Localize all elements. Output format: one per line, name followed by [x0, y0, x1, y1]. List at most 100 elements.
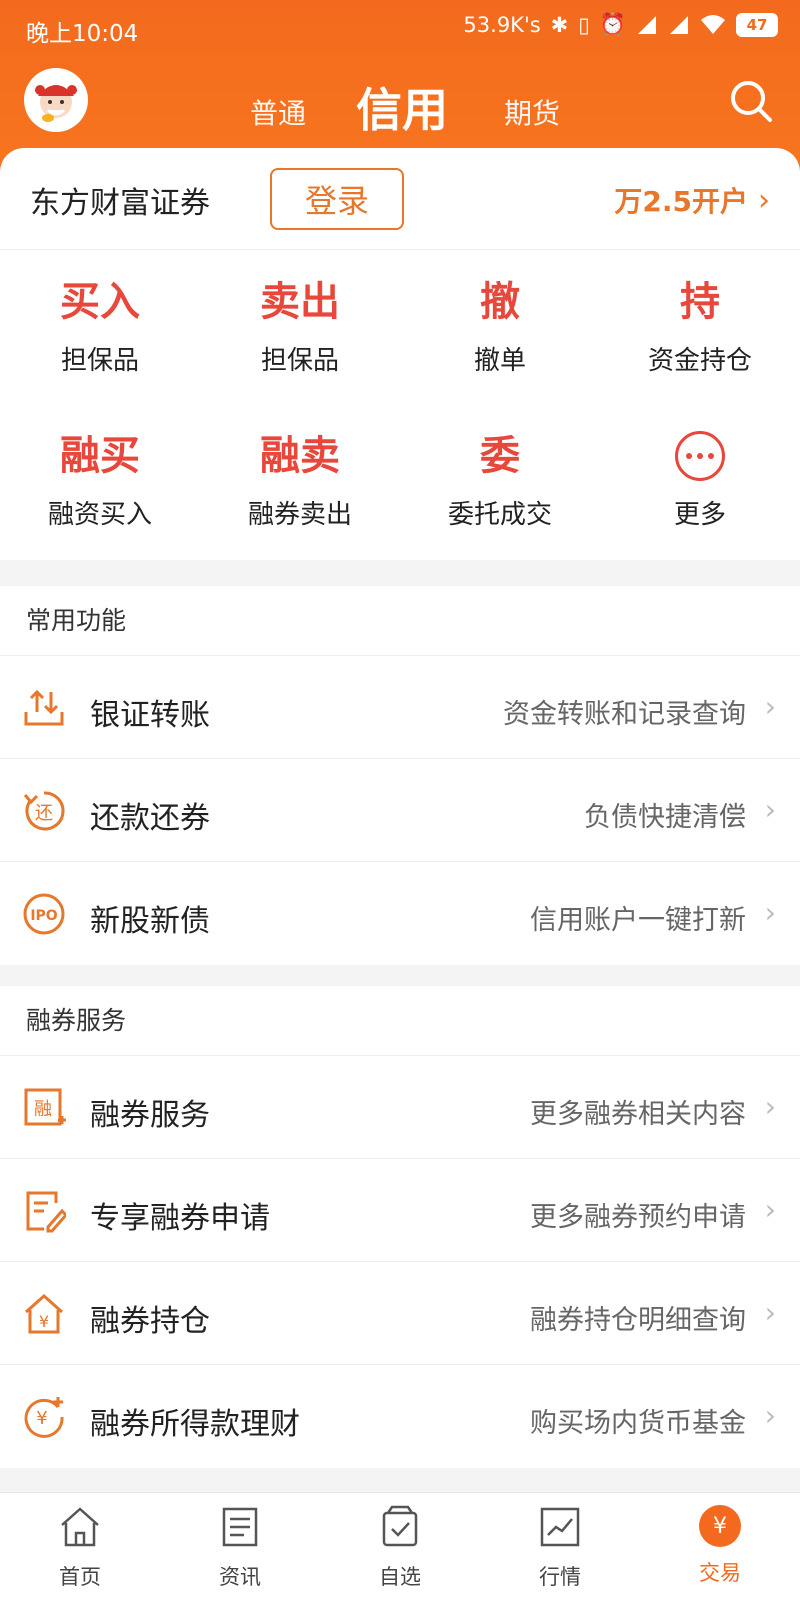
ipo-icon: IPO [23, 893, 65, 935]
nav-label: 首页 [59, 1565, 101, 1589]
news-icon [222, 1507, 258, 1547]
quick-action-glyph: 融卖 [260, 433, 340, 479]
chevron-right-icon: › [764, 1296, 776, 1329]
nav-market[interactable]: 行情 [500, 1505, 620, 1591]
bank-transfer-row[interactable]: 银证转账 资金转账和记录查询 › [0, 656, 800, 759]
row-desc: 负债快捷清偿 [584, 802, 746, 833]
tab-normal[interactable]: 普通 [250, 92, 306, 132]
securities-lending-section: 融券服务 融 融券服务 更多融券相关内容 › 专享融券申请 更多融券预约申请 ›… [0, 986, 800, 1468]
quick-positions[interactable]: 持 资金持仓 [600, 274, 800, 377]
quick-action-label: 融券卖出 [247, 500, 352, 530]
quick-orders-trades[interactable]: 委 委托成交 [400, 428, 600, 531]
exclusive-lending-apply-row[interactable]: 专享融券申请 更多融券预约申请 › [0, 1159, 800, 1262]
quick-action-label: 委托成交 [447, 500, 552, 530]
chevron-right-icon: › [764, 1090, 776, 1123]
quick-cancel-order[interactable]: 撤 撤单 [400, 274, 600, 377]
quick-action-glyph: 卖出 [260, 279, 340, 325]
open-account-link[interactable]: 万2.5开户 › [614, 180, 770, 220]
row-title: 银证转账 [90, 698, 210, 733]
status-time: 晚上10:04 [26, 21, 139, 47]
row-desc: 更多融券相关内容 [530, 1099, 746, 1130]
quick-action-label: 担保品 [60, 346, 139, 376]
nav-home[interactable]: 首页 [20, 1505, 140, 1591]
nav-label: 自选 [379, 1565, 421, 1589]
lending-positions-row[interactable]: ¥ 融券持仓 融券持仓明细查询 › [0, 1262, 800, 1365]
quick-action-label: 更多 [673, 500, 726, 530]
nav-label: 交易 [699, 1561, 741, 1585]
chevron-right-icon: › [764, 896, 776, 929]
alarm-icon: ⏰ [599, 12, 626, 36]
tab-credit[interactable]: 信用 [356, 74, 448, 140]
open-account-label: 万2.5开户 [614, 185, 748, 218]
common-functions-section: 常用功能 银证转账 资金转账和记录查询 › 还 还款还券 负债快捷清偿 › IP… [0, 586, 800, 965]
repay-icon: 还 [23, 791, 65, 831]
status-bar: 晚上10:04 53.9K's ✱ ▯ ⏰ 47 [0, 0, 800, 56]
nav-news[interactable]: 资讯 [180, 1505, 300, 1591]
quick-more[interactable]: 更多 [600, 428, 800, 531]
svg-text:¥: ¥ [36, 1408, 47, 1429]
market-chart-icon [540, 1507, 580, 1547]
search-button[interactable] [728, 78, 774, 124]
lending-service-row[interactable]: 融 融券服务 更多融券相关内容 › [0, 1056, 800, 1159]
trade-icon: ¥ [699, 1505, 741, 1547]
wifi-icon [700, 14, 726, 36]
quick-action-glyph: 委 [480, 433, 520, 479]
quick-action-label: 资金持仓 [647, 346, 752, 376]
yen-finance-icon: ¥ [24, 1397, 64, 1438]
trade-card: 东方财富证券 登录 万2.5开户 › 买入 担保品 卖出 担保品 撤 撤单 持 … [0, 148, 800, 560]
chevron-right-icon: › [764, 793, 776, 826]
broker-row: 东方财富证券 登录 万2.5开户 › [0, 148, 800, 250]
watchlist-icon [382, 1505, 418, 1547]
quick-action-label: 担保品 [260, 346, 339, 376]
bank-transfer-icon [24, 689, 64, 726]
quick-buy-collateral[interactable]: 买入 担保品 [0, 274, 200, 377]
tab-futures[interactable]: 期货 [504, 92, 560, 132]
row-desc: 融券持仓明细查询 [530, 1305, 746, 1336]
nav-trade[interactable]: ¥ 交易 [660, 1505, 780, 1587]
vibrate-icon: ▯ [578, 12, 590, 37]
section-title: 常用功能 [0, 586, 800, 656]
row-title: 融券持仓 [90, 1304, 210, 1339]
svg-text:融: 融 [34, 1099, 52, 1120]
login-button[interactable]: 登录 [270, 168, 404, 230]
status-icons: 53.9K's ✱ ▯ ⏰ 47 [463, 12, 778, 37]
chevron-right-icon: › [764, 1399, 776, 1432]
quick-action-glyph: 撤 [480, 279, 520, 325]
signal-hd-icon [668, 14, 690, 36]
account-type-tabs: 普通 信用 期货 [0, 72, 800, 137]
row-title: 专享融券申请 [90, 1201, 270, 1236]
row-title: 融券服务 [90, 1098, 210, 1133]
chevron-right-icon: › [764, 690, 776, 723]
chevron-right-icon: › [764, 1193, 776, 1226]
search-icon [731, 81, 772, 122]
row-desc: 购买场内货币基金 [530, 1408, 746, 1439]
row-title: 融券所得款理财 [90, 1407, 300, 1442]
lending-service-icon: 融 [24, 1088, 66, 1126]
signal-icon [636, 14, 658, 36]
chevron-right-icon: › [758, 182, 770, 218]
row-title: 新股新债 [90, 904, 210, 939]
ipo-row[interactable]: IPO 新股新债 信用账户一键打新 › [0, 862, 800, 965]
row-desc: 更多融券预约申请 [530, 1202, 746, 1233]
nav-label: 资讯 [219, 1565, 261, 1589]
home-icon [61, 1507, 99, 1547]
lending-proceeds-finance-row[interactable]: ¥ 融券所得款理财 购买场内货币基金 › [0, 1365, 800, 1468]
quick-action-glyph: 融买 [60, 433, 140, 479]
quick-margin-buy[interactable]: 融买 融资买入 [0, 428, 200, 531]
quick-short-sell[interactable]: 融卖 融券卖出 [200, 428, 400, 531]
row-desc: 信用账户一键打新 [530, 905, 746, 936]
quick-action-label: 融资买入 [47, 500, 152, 530]
house-yen-icon: ¥ [25, 1293, 63, 1334]
nav-label: 行情 [539, 1565, 581, 1589]
svg-text:还: 还 [35, 803, 53, 824]
quick-sell-collateral[interactable]: 卖出 担保品 [200, 274, 400, 377]
repay-row[interactable]: 还 还款还券 负债快捷清偿 › [0, 759, 800, 862]
quick-action-glyph: 买入 [60, 279, 140, 325]
svg-text:IPO: IPO [30, 908, 57, 924]
more-dots-icon [675, 431, 725, 481]
network-speed: 53.9K's [463, 12, 541, 37]
row-desc: 资金转账和记录查询 [503, 699, 746, 730]
nav-watchlist[interactable]: 自选 [340, 1505, 460, 1591]
row-title: 还款还券 [90, 801, 210, 836]
svg-text:¥: ¥ [39, 1312, 49, 1331]
